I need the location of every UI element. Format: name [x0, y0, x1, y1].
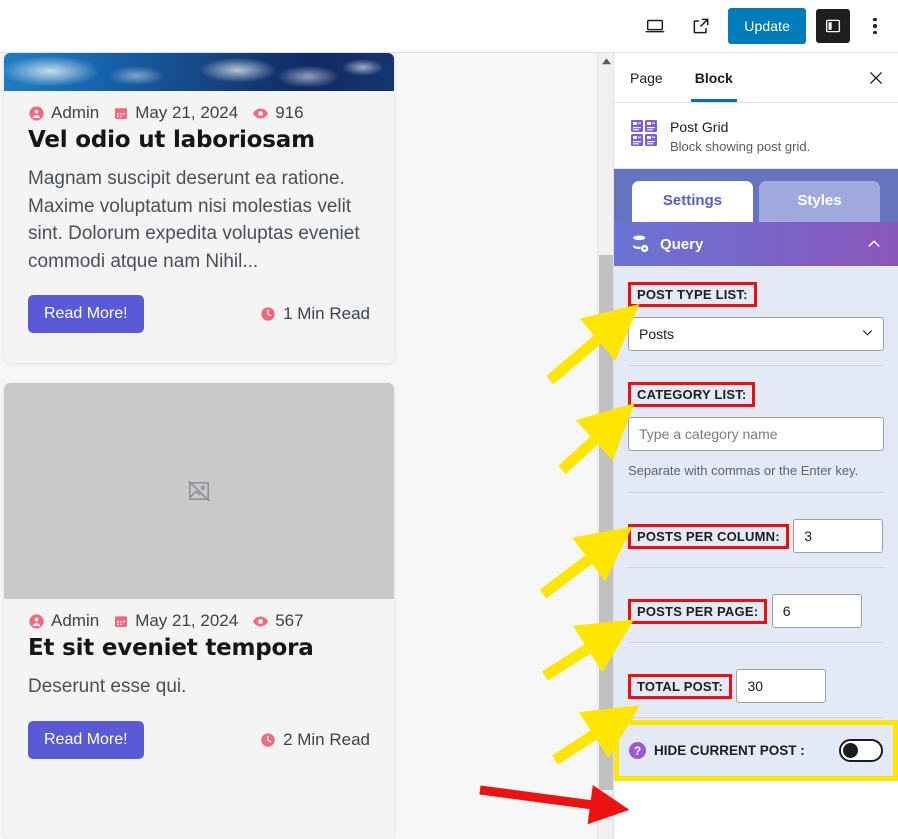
read-time-label: 1 Min Read	[283, 304, 370, 324]
settings-sidebar-icon[interactable]	[816, 9, 850, 43]
post-author: Admin	[51, 611, 100, 630]
category-list-help: Separate with commas or the Enter key.	[628, 463, 859, 478]
post-type-list-select[interactable]: Posts	[628, 317, 884, 351]
field-post-type-list: POST TYPE LIST: Posts	[628, 266, 884, 366]
posts-per-page-label: POSTS PER PAGE:	[628, 599, 768, 624]
block-info: Post Grid Block showing post grid.	[614, 103, 898, 169]
app-root: Update Admin May 21, 2024 916 Vel odio u…	[0, 0, 898, 839]
posts-per-column-label: POSTS PER COLUMN:	[628, 524, 789, 549]
post-card-footer: Read More! 1 Min Read	[28, 295, 370, 334]
post-type-list-label: POST TYPE LIST:	[628, 282, 757, 307]
block-settings-sidebar: Page Block Post Grid Block showing post …	[613, 53, 898, 839]
scrollbar-thumb[interactable]	[599, 255, 613, 790]
toggle-knob	[843, 743, 858, 758]
post-card[interactable]: Admin May 21, 2024	[4, 383, 394, 839]
close-icon[interactable]	[854, 53, 898, 102]
read-more-button[interactable]: Read More!	[28, 295, 144, 334]
post-date: May 21, 2024	[135, 611, 239, 630]
tab-block[interactable]: Block	[679, 53, 749, 102]
clock-icon	[260, 732, 276, 748]
total-post-input[interactable]	[736, 669, 827, 703]
post-author: Admin	[51, 103, 100, 122]
post-card-body: Admin May 21, 2024	[4, 91, 394, 355]
query-panel-title: Query	[660, 235, 704, 253]
tab-settings[interactable]: Settings	[632, 181, 753, 222]
query-panel-body: POST TYPE LIST: Posts CATEGORY LIST: S	[614, 266, 898, 781]
posts-per-column-input[interactable]	[793, 519, 884, 553]
sidebar-tabs: Page Block	[614, 53, 898, 103]
calendar-icon	[113, 613, 129, 629]
block-info-text: Post Grid Block showing post grid.	[670, 119, 810, 154]
desktop-preview-icon[interactable]	[636, 7, 674, 45]
tab-styles[interactable]: Styles	[759, 181, 880, 222]
total-post-label: TOTAL POST:	[628, 674, 732, 699]
chevron-up-icon[interactable]	[866, 236, 882, 252]
ocean-photo	[4, 53, 394, 91]
post-card-body: Admin May 21, 2024	[4, 599, 394, 781]
view-external-link-icon[interactable]	[682, 7, 720, 45]
post-meta: Admin May 21, 2024	[28, 611, 370, 631]
block-description: Block showing post grid.	[670, 139, 811, 154]
hide-current-post-label: HIDE CURRENT POST :	[654, 743, 805, 758]
post-title[interactable]: Et sit eveniet tempora	[28, 635, 370, 661]
editor-top-bar: Update	[0, 0, 898, 53]
calendar-icon	[113, 105, 129, 121]
field-category-list: CATEGORY LIST: Separate with commas or t…	[628, 366, 884, 493]
read-more-button[interactable]: Read More!	[28, 720, 144, 759]
question-mark-icon[interactable]: ?	[629, 742, 646, 759]
update-button[interactable]: Update	[728, 8, 806, 44]
views-eye-icon	[252, 105, 269, 122]
read-time: 2 Min Read	[260, 730, 370, 750]
tab-page[interactable]: Page	[614, 53, 679, 102]
post-excerpt: Deserunt esse qui.	[28, 676, 187, 697]
post-card[interactable]: Admin May 21, 2024	[4, 53, 394, 363]
scroll-up-arrow-icon[interactable]	[598, 53, 614, 70]
post-view-count: 567	[275, 611, 304, 630]
category-list-label: CATEGORY LIST:	[628, 382, 756, 407]
query-panel-header[interactable]: Query	[614, 222, 898, 266]
post-grid-icon	[630, 119, 658, 147]
hide-current-post-toggle[interactable]	[839, 739, 883, 762]
field-hide-current-post: ? HIDE CURRENT POST :	[614, 720, 898, 781]
kebab-menu-icon[interactable]	[860, 7, 890, 45]
post-meta: Admin May 21, 2024	[28, 103, 370, 123]
settings-styles-switcher: Settings Styles	[614, 169, 898, 222]
read-time-label: 2 Min Read	[283, 729, 370, 749]
author-icon	[28, 105, 45, 122]
post-featured-image	[4, 53, 394, 91]
editor-canvas: Admin May 21, 2024 916 Vel odio ut labor…	[0, 53, 597, 839]
post-date: May 21, 2024	[135, 103, 239, 122]
author-icon	[28, 613, 45, 630]
database-query-icon	[630, 234, 650, 254]
broken-image-placeholder	[4, 383, 394, 599]
read-time: 1 Min Read	[260, 304, 370, 324]
post-view-count: 916	[275, 103, 304, 122]
clock-icon	[260, 306, 276, 322]
posts-per-page-input[interactable]	[771, 594, 862, 628]
post-card-footer: Read More! 2 Min Read	[28, 720, 370, 759]
field-posts-per-page: POSTS PER PAGE:	[628, 568, 884, 643]
views-eye-icon	[252, 613, 269, 630]
canvas-scrollbar[interactable]	[597, 53, 613, 839]
post-title[interactable]: Vel odio ut laboriosam	[28, 127, 370, 153]
post-excerpt: Magnam suscipit deserunt ea ratione. Max…	[28, 168, 360, 272]
field-posts-per-column: POSTS PER COLUMN:	[628, 493, 884, 568]
block-name: Post Grid	[670, 119, 729, 135]
category-list-input[interactable]	[628, 417, 884, 451]
field-total-post: TOTAL POST:	[628, 643, 884, 718]
